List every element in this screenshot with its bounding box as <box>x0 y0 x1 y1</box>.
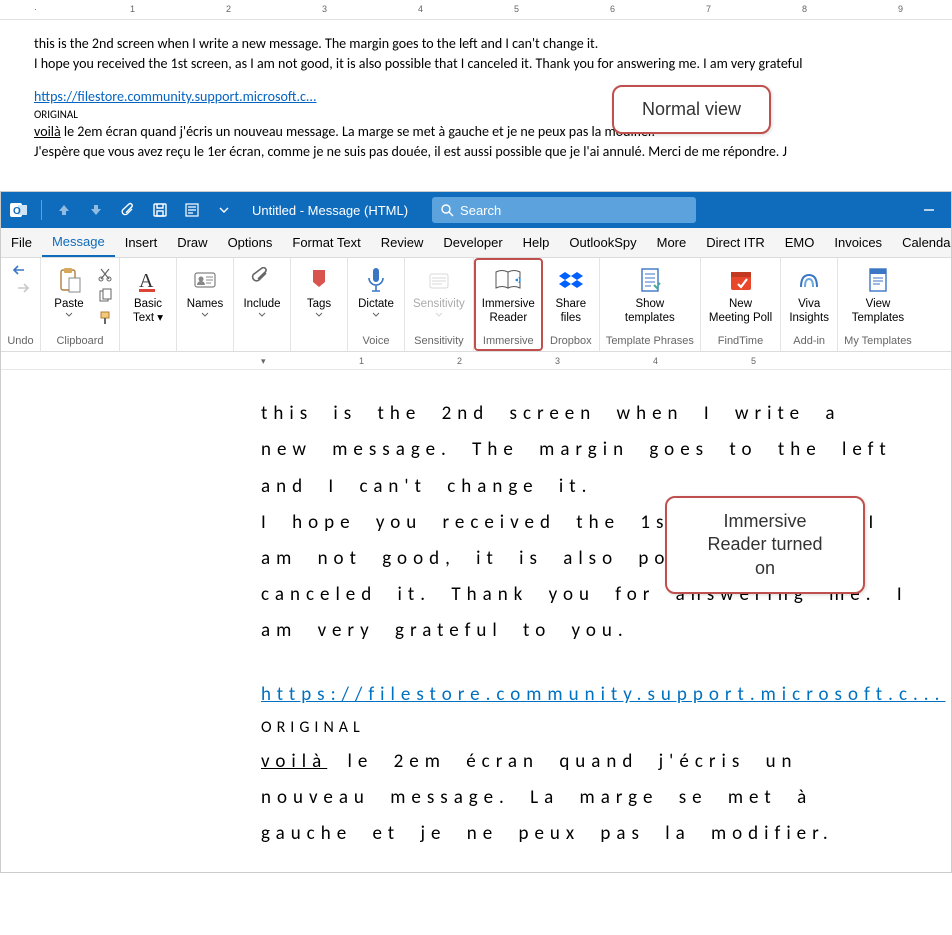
group-voice: Voice <box>363 335 390 349</box>
doc-paragraph: this is the 2nd screen when I write a ne… <box>34 34 952 54</box>
menu-emo[interactable]: EMO <box>775 228 825 257</box>
group-undo: Undo <box>7 335 33 349</box>
down-arrow-icon[interactable] <box>82 196 110 224</box>
paste-button[interactable]: Paste <box>47 262 91 319</box>
redo-button[interactable] <box>11 280 31 296</box>
names-button[interactable]: Names <box>183 262 227 319</box>
form-icon[interactable] <box>178 196 206 224</box>
up-arrow-icon[interactable] <box>50 196 78 224</box>
search-input[interactable]: Search <box>432 197 696 223</box>
undo-button[interactable] <box>11 262 31 278</box>
group-findtime: FindTime <box>718 335 763 349</box>
cut-icon[interactable] <box>97 266 113 285</box>
doc-paragraph: I hope you received the 1st screen, as I… <box>34 54 952 74</box>
menu-message[interactable]: Message <box>42 228 115 257</box>
window-title: Untitled - Message (HTML) <box>252 203 408 218</box>
menu-more[interactable]: More <box>647 228 697 257</box>
menu-direct-itr[interactable]: Direct ITR <box>696 228 775 257</box>
save-icon[interactable] <box>146 196 174 224</box>
view-templates-button[interactable]: ViewTemplates <box>850 262 906 326</box>
svg-text:O: O <box>13 206 21 217</box>
doc-paragraph: J'espère que vous avez reçu le 1er écran… <box>34 142 952 162</box>
group-template-phrases: Template Phrases <box>606 335 694 349</box>
copy-icon[interactable] <box>97 288 113 307</box>
share-files-button[interactable]: Sharefiles <box>549 262 593 326</box>
menu-draw[interactable]: Draw <box>167 228 217 257</box>
tags-button[interactable]: Tags <box>297 262 341 319</box>
chevron-down-icon <box>65 312 73 318</box>
original-label: ORIGINAL <box>34 107 952 122</box>
ribbon: Undo Paste Clipboard <box>1 258 951 352</box>
group-sensitivity: Sensitivity <box>414 335 464 349</box>
attach-icon[interactable] <box>114 196 142 224</box>
menu-developer[interactable]: Developer <box>433 228 512 257</box>
doc-link[interactable]: https://filestore.community.support.micr… <box>261 683 945 706</box>
outlook-app-icon: O <box>5 196 33 224</box>
menu-help[interactable]: Help <box>513 228 560 257</box>
chevron-down-icon[interactable] <box>210 196 238 224</box>
doc-paragraph: this is the 2nd screen when I write a ne… <box>261 396 911 504</box>
doc-link[interactable]: https://filestore.community.support.micr… <box>34 88 317 105</box>
search-icon <box>440 203 454 217</box>
menu-file[interactable]: File <box>1 228 42 257</box>
annotation-normal-view: Normal view <box>612 85 771 134</box>
search-placeholder: Search <box>460 203 501 218</box>
menubar: File Message Insert Draw Options Format … <box>1 228 951 258</box>
menu-insert[interactable]: Insert <box>115 228 168 257</box>
group-clipboard: Clipboard <box>56 335 103 349</box>
group-dropbox: Dropbox <box>550 335 592 349</box>
annotation-immersive-reader: Immersive Reader turned on <box>665 496 865 594</box>
format-painter-icon[interactable] <box>97 310 113 329</box>
group-immersive: Immersive <box>483 335 534 349</box>
menu-outlookspy[interactable]: OutlookSpy <box>559 228 646 257</box>
sensitivity-button: Sensitivity <box>411 262 467 319</box>
include-button[interactable]: Include <box>240 262 284 319</box>
minimize-button[interactable] <box>907 196 951 224</box>
immersive-view-document: this is the 2nd screen when I write a ne… <box>1 370 951 871</box>
new-meeting-poll-button[interactable]: NewMeeting Poll <box>707 262 774 326</box>
menu-calendar-macros[interactable]: Calendar Macros <box>892 228 951 257</box>
menu-options[interactable]: Options <box>218 228 283 257</box>
doc-paragraph: voilà le 2em écran quand j'écris un nouv… <box>261 744 911 852</box>
menu-review[interactable]: Review <box>371 228 434 257</box>
immersive-reader-button[interactable]: ImmersiveReader <box>480 262 537 326</box>
menu-format-text[interactable]: Format Text <box>282 228 370 257</box>
ruler-top: · 1 2 3 4 5 6 7 8 9 <box>0 0 952 20</box>
titlebar: O <box>1 192 951 228</box>
show-templates-button[interactable]: Showtemplates <box>623 262 677 326</box>
basic-text-button[interactable]: A BasicText ▾ <box>126 262 170 326</box>
dictate-button[interactable]: Dictate <box>354 262 398 319</box>
doc-paragraph: voilà le 2em écran quand j'écris un nouv… <box>34 122 952 142</box>
viva-insights-button[interactable]: VivaInsights <box>787 262 831 326</box>
original-label: ORIGINAL <box>261 713 911 743</box>
group-addin: Add-in <box>793 335 825 349</box>
normal-view-document: this is the 2nd screen when I write a ne… <box>0 28 952 171</box>
menu-invoices[interactable]: Invoices <box>824 228 892 257</box>
ruler-immersive: ▾ 1 2 3 4 5 <box>1 352 951 370</box>
svg-text:A: A <box>139 270 154 292</box>
group-my-templates: My Templates <box>844 335 912 349</box>
